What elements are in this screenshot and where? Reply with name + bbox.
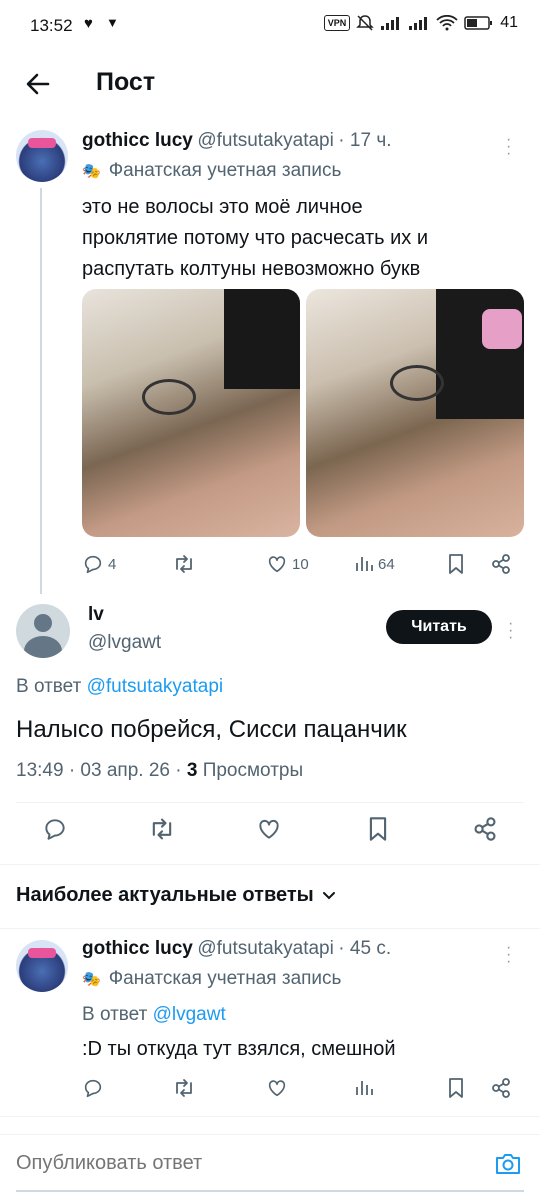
battery-percent: 41: [500, 14, 518, 31]
heart-outline-icon: [268, 556, 286, 573]
mute-icon: [356, 15, 375, 31]
author-name[interactable]: gothicc lucy: [82, 938, 193, 959]
photo-2[interactable]: [306, 289, 524, 537]
follow-button[interactable]: Читать: [386, 610, 492, 644]
heart-outline-icon[interactable]: [256, 816, 282, 842]
signal-icon-2: [409, 17, 428, 30]
views-chart-icon: [356, 557, 373, 571]
like-button[interactable]: 10: [266, 553, 309, 575]
bookmark-icon[interactable]: [446, 1077, 466, 1099]
more-icon[interactable]: · · ·: [508, 616, 513, 646]
author-name[interactable]: lv: [88, 604, 104, 626]
avatar-body: [24, 636, 62, 658]
tweet-text: :D ты откуда тут взялся, смешной: [82, 1038, 396, 1060]
parent-tweet[interactable]: gothicc lucy @futsutakyatapi · 17 ч. · · ·…: [0, 120, 540, 588]
avatar-glasses: [28, 138, 56, 148]
tweet-text: это не волосы это моё личное проклятие п…: [82, 196, 428, 280]
reply-context: В ответ @lvgawt: [82, 1004, 226, 1025]
default-avatar[interactable]: [16, 604, 70, 658]
camera-icon[interactable]: [494, 1152, 522, 1176]
more-icon[interactable]: · · ·: [506, 132, 511, 162]
author-name[interactable]: gothicc lucy: [82, 130, 193, 151]
mask-icon: 🎭: [82, 163, 101, 180]
tweet-text: Налысо побрейся, Сисси пацанчик: [16, 716, 407, 743]
poster-art: [482, 309, 522, 349]
reply-icon[interactable]: [82, 1077, 104, 1099]
author-handle[interactable]: @futsutakyatapi: [197, 130, 334, 151]
app-notification-icon: ▼: [106, 15, 119, 30]
bookmark-icon[interactable]: [446, 553, 466, 575]
avatar[interactable]: [16, 940, 68, 992]
share-icon[interactable]: [472, 816, 498, 842]
header: Пост: [0, 52, 540, 116]
status-right: VPN 41: [323, 14, 518, 32]
page-title: Пост: [96, 68, 156, 96]
avatar-glasses: [28, 948, 56, 958]
divider: [0, 864, 540, 865]
composer-underline: [16, 1190, 524, 1192]
reply-composer: [0, 1134, 540, 1200]
reply-icon[interactable]: [42, 816, 68, 842]
mask-icon: 🎭: [82, 971, 101, 988]
chevron-down-icon: [322, 891, 335, 899]
avatar[interactable]: [16, 130, 68, 182]
glasses-shape: [142, 379, 196, 415]
retweet-button[interactable]: [172, 553, 196, 575]
fan-account-label: 🎭 Фанатская учетная запись: [82, 968, 342, 989]
author-handle[interactable]: @lvgawt: [88, 632, 161, 654]
reply-tweet[interactable]: gothicc lucy @futsutakyatapi · 45 с. · · ·…: [0, 930, 540, 1116]
reply-context: В ответ @futsutakyatapi: [16, 676, 224, 697]
views-chart-icon[interactable]: [354, 1078, 374, 1098]
focused-tweet: lv @lvgawt Читать · · · В ответ @futsutaky…: [0, 596, 540, 866]
signal-icon: [381, 17, 400, 30]
heart-icon: ♥: [84, 15, 93, 32]
divider: [0, 1116, 540, 1117]
composer-border: [0, 1134, 540, 1135]
focused-tweet-actions: [0, 816, 540, 850]
heart-outline-icon[interactable]: [266, 1077, 288, 1099]
retweet-icon[interactable]: [148, 816, 176, 842]
sort-label: Наиболее актуальные ответы: [16, 884, 314, 906]
wifi-icon: [436, 15, 458, 31]
tweet-time: · 17 ч.: [338, 130, 392, 151]
status-time: 13:52: [30, 16, 73, 35]
vpn-badge: VPN: [323, 15, 351, 31]
photo-1[interactable]: [82, 289, 300, 537]
tweet-time: · 45 с.: [338, 938, 392, 959]
back-arrow-icon[interactable]: [24, 70, 52, 98]
poster-bg: [224, 289, 300, 389]
sort-replies-dropdown[interactable]: Наиболее актуальные ответы: [16, 884, 336, 907]
status-bar: 13:52 ♥ ▼ VPN 41: [0, 0, 540, 52]
reply-input[interactable]: [16, 1148, 476, 1178]
reply-button[interactable]: 4: [82, 553, 116, 575]
bookmark-icon[interactable]: [366, 816, 390, 842]
tweet-meta: 13:49 · 03 апр. 26 · 3 Просмотры: [16, 760, 304, 781]
battery-icon: [464, 16, 493, 30]
divider: [0, 928, 540, 929]
reply-icon: [84, 555, 102, 574]
glasses-shape: [390, 365, 444, 401]
fan-account-label: 🎭 Фанатская учетная запись: [82, 160, 342, 181]
reply-to-link[interactable]: @futsutakyatapi: [87, 676, 224, 697]
divider: [16, 802, 524, 803]
views-button[interactable]: 64: [354, 554, 395, 574]
avatar-head: [34, 614, 52, 632]
author-handle[interactable]: @futsutakyatapi: [197, 938, 334, 959]
retweet-icon: [176, 555, 192, 573]
tweet-actions: 4 10 64: [82, 552, 522, 576]
more-icon[interactable]: · · ·: [506, 940, 511, 970]
retweet-icon[interactable]: [172, 1077, 196, 1099]
reply-to-link[interactable]: @lvgawt: [153, 1004, 226, 1025]
share-icon[interactable]: [490, 1077, 512, 1099]
share-icon[interactable]: [490, 553, 512, 575]
tweet-actions: [82, 1076, 522, 1100]
